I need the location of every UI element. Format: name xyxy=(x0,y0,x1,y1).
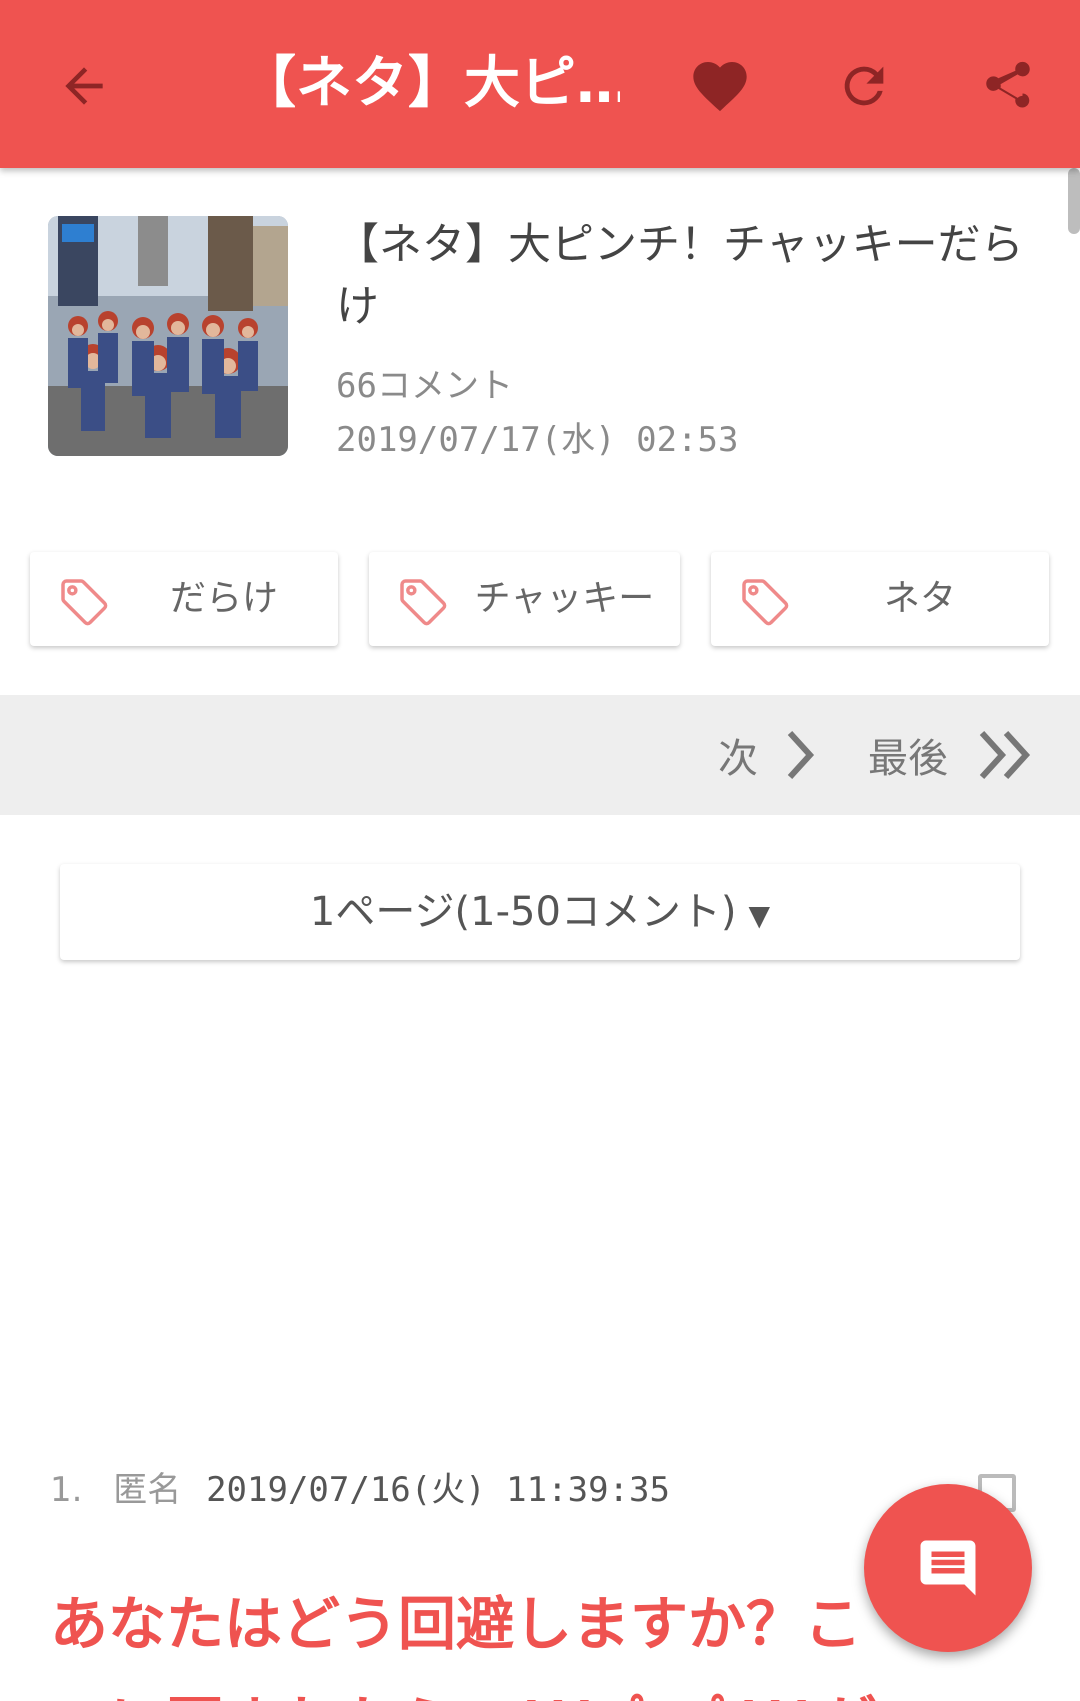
comment-fab-button[interactable] xyxy=(864,1484,1032,1652)
tag-label: だらけ xyxy=(169,578,278,619)
double-chevron-right-icon xyxy=(979,730,1031,780)
article-thumbnail[interactable] xyxy=(48,216,288,456)
page-selector-label: 1ページ(1-50コメント) xyxy=(309,889,737,935)
page-selector[interactable]: 1ページ(1-50コメント) ▼ xyxy=(60,864,1020,960)
next-label: 次 xyxy=(718,736,758,782)
last-label: 最後 xyxy=(868,736,948,782)
favorite-button[interactable] xyxy=(684,50,756,122)
comment-date: 2019/07/16(火) 11:39:35 xyxy=(206,1470,670,1510)
next-page-button[interactable]: 次 xyxy=(718,695,820,815)
comment-body-line: のに囲まれたら…((( ;ﾟДﾟ)))が xyxy=(50,1674,1050,1701)
arrow-left-icon xyxy=(65,67,103,105)
article-date: 2019/07/17(水) 02:53 xyxy=(336,420,739,460)
share-icon xyxy=(986,61,1030,108)
last-page-button[interactable]: 最後 xyxy=(868,695,1036,815)
article-title: 【ネタ】大ピンチ！チャッキーだらけ xyxy=(336,220,1024,332)
tag-chip[interactable]: チャッキー xyxy=(369,552,680,646)
tag-icon xyxy=(400,579,447,626)
chucky-crowd-image xyxy=(48,216,288,456)
share-button[interactable] xyxy=(972,50,1044,122)
refresh-icon xyxy=(844,66,884,106)
refresh-button[interactable] xyxy=(828,50,900,122)
comment-author: 匿名 xyxy=(113,1470,182,1510)
comment-icon xyxy=(920,1540,976,1596)
app-bar: 【ネタ】大ピ… xyxy=(0,0,1080,168)
back-button[interactable] xyxy=(48,50,120,122)
scrollbar[interactable] xyxy=(1068,168,1080,234)
comment-count: 66コメント xyxy=(336,366,513,406)
tag-label: チャッキー xyxy=(474,578,655,619)
heart-icon xyxy=(693,62,747,112)
tag-icon xyxy=(61,579,108,626)
comment-meta: 1. 匿名 2019/07/16(火) 11:39:35 xyxy=(50,1462,670,1511)
tag-chip[interactable]: だらけ xyxy=(30,552,338,646)
chevron-right-icon xyxy=(787,730,815,780)
page-title: 【ネタ】大ピ… xyxy=(240,51,620,116)
caret-down-icon: ▼ xyxy=(748,899,771,932)
pagination-bar: 次 最後 xyxy=(0,695,1080,815)
tag-icon xyxy=(742,579,789,626)
tag-label: ネタ xyxy=(883,578,956,619)
tag-chip[interactable]: ネタ xyxy=(711,552,1049,646)
comment-number: 1. xyxy=(50,1470,83,1510)
